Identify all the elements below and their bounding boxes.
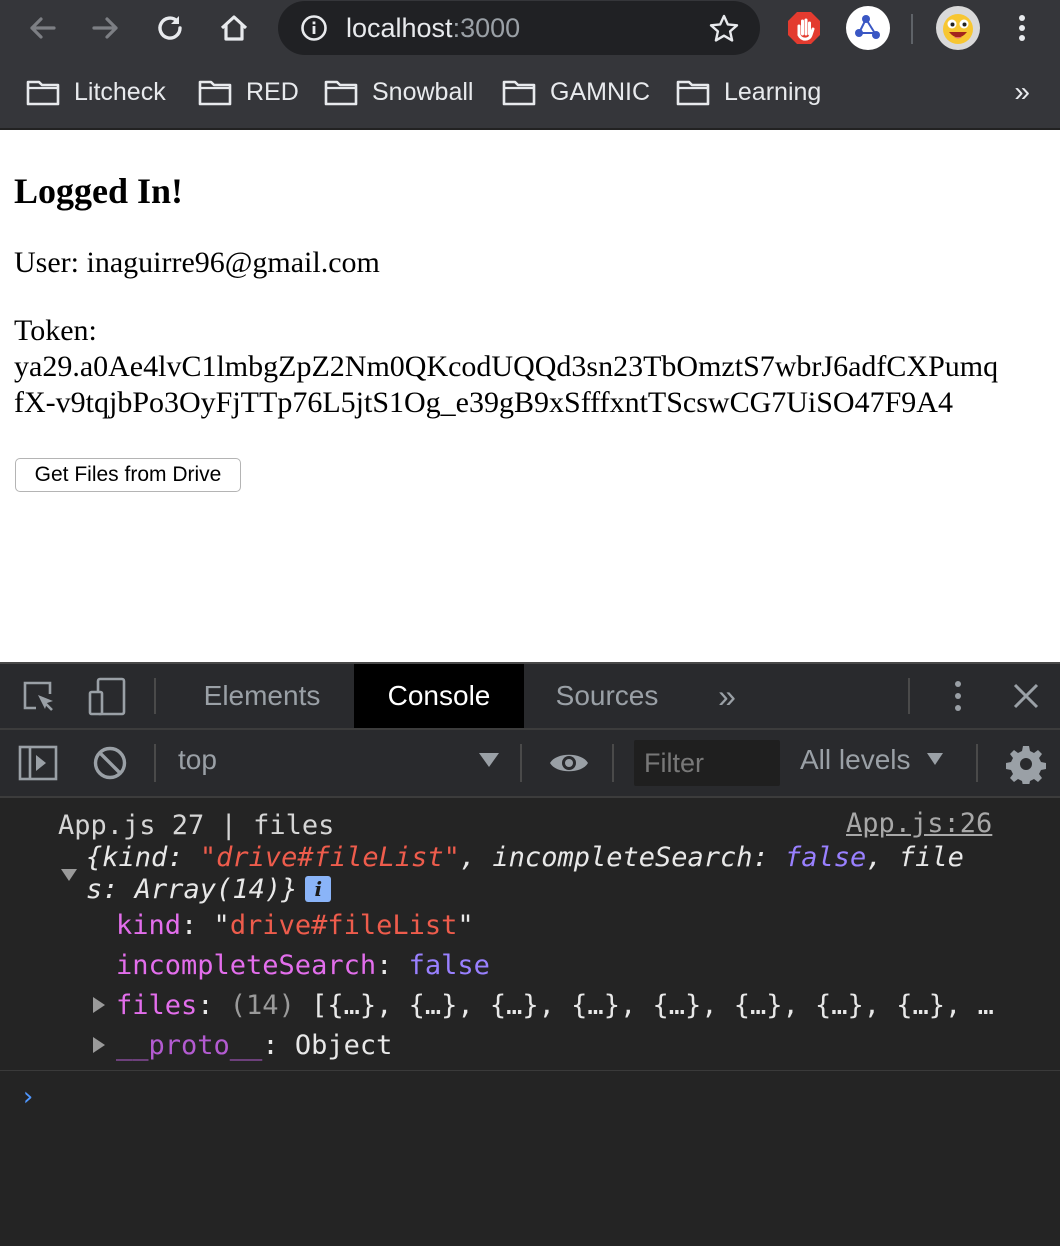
folder-icon xyxy=(324,80,358,106)
toolbar-divider xyxy=(976,744,978,782)
chevron-double-icon: » xyxy=(718,677,736,714)
address-text: localhost:3000 xyxy=(346,13,521,43)
log-levels-dropdown[interactable]: All levels xyxy=(800,744,944,776)
user-email: User: inaguirre96@gmail.com xyxy=(14,246,380,279)
chevron-down-icon xyxy=(927,753,944,765)
prompt-divider xyxy=(0,1070,1060,1071)
avatar[interactable] xyxy=(936,6,980,50)
filter-placeholder: Filter xyxy=(644,748,704,778)
bookmark-label: GAMNIC xyxy=(550,77,650,106)
devtools-panel: Elements Console Sources » top Filter Al… xyxy=(0,662,1060,1246)
back-icon[interactable] xyxy=(22,8,62,48)
browser-toolbar: localhost:3000 xyxy=(0,0,1060,56)
log-levels-label: All levels xyxy=(800,744,911,775)
console-toolbar: top Filter All levels xyxy=(0,730,1060,798)
gear-icon[interactable] xyxy=(1006,744,1046,789)
triangle-right-icon[interactable] xyxy=(92,996,106,1014)
reload-icon[interactable] xyxy=(150,8,190,48)
prop-files[interactable]: files: (14) [{…}, {…}, {…}, {…}, {…}, {…… xyxy=(116,990,994,1022)
address-bar[interactable]: localhost:3000 xyxy=(278,1,760,55)
toolbar-divider xyxy=(154,744,156,782)
close-icon[interactable] xyxy=(1010,680,1042,717)
bookmark-label: Learning xyxy=(724,77,822,106)
triangle-down-icon[interactable] xyxy=(60,868,78,882)
star-icon[interactable] xyxy=(708,13,740,50)
toolbar-divider xyxy=(612,744,614,782)
context-selector[interactable]: top xyxy=(178,744,217,776)
toolbar-divider xyxy=(520,744,522,782)
bookmark-red[interactable]: RED xyxy=(198,56,299,128)
kebab-menu-icon[interactable] xyxy=(940,678,976,719)
home-icon[interactable] xyxy=(214,8,254,48)
tab-console[interactable]: Console xyxy=(354,664,524,728)
prop-incomplete-search: incompleteSearch: false xyxy=(116,950,490,981)
inspect-element-icon[interactable] xyxy=(20,678,58,721)
tab-label: Sources xyxy=(555,680,659,711)
forward-icon[interactable] xyxy=(86,8,126,48)
tab-elements[interactable]: Elements xyxy=(184,664,340,728)
info-icon[interactable] xyxy=(300,14,328,47)
chevron-down-icon[interactable] xyxy=(478,752,500,773)
token-value-line-1: ya29.a0Ae4lvC1lmbgZpZ2Nm0QKcodUQQd3sn23T… xyxy=(14,350,999,383)
menu-icon[interactable] xyxy=(1002,8,1042,48)
filter-input[interactable]: Filter xyxy=(634,740,780,786)
page-content: Logged In! User: inaguirre96@gmail.com T… xyxy=(0,130,1060,662)
console-prompt[interactable]: › xyxy=(20,1082,36,1112)
eye-icon[interactable] xyxy=(548,748,590,783)
log-message: App.js 27 | files xyxy=(58,810,335,841)
source-link[interactable]: App.js:26 xyxy=(846,808,992,839)
more-tabs-button[interactable]: » xyxy=(702,664,752,728)
devtools-tab-bar: Elements Console Sources » xyxy=(0,664,1060,730)
clear-console-icon[interactable] xyxy=(92,745,128,786)
page-title: Logged In! xyxy=(14,171,184,211)
folder-icon xyxy=(502,80,536,106)
sidebar-toggle-icon[interactable] xyxy=(18,745,58,786)
object-summary-line-2[interactable]: s: Array(14)} i xyxy=(86,874,332,906)
bookmark-litcheck[interactable]: Litcheck xyxy=(26,56,166,128)
token-value-line-2: fX-v9tqjbPo3OyFjTTp76L5jtS1Og_e39gB9xSff… xyxy=(14,386,953,419)
folder-icon xyxy=(26,80,60,106)
bookmarks-overflow-button[interactable]: » xyxy=(1014,76,1030,108)
tab-label: Console xyxy=(387,680,491,711)
folder-icon xyxy=(676,80,710,106)
prop-proto[interactable]: __proto__: Object xyxy=(116,1030,392,1062)
triangle-right-icon[interactable] xyxy=(92,1036,106,1054)
bookmark-snowball[interactable]: Snowball xyxy=(324,56,473,128)
extension-icon[interactable] xyxy=(846,6,890,50)
device-toolbar-icon[interactable] xyxy=(86,676,128,723)
adblock-icon[interactable] xyxy=(782,6,826,50)
bookmark-label: Litcheck xyxy=(74,77,166,106)
tab-divider xyxy=(154,678,156,714)
console-output: App.js 27 | files App.js:26 {kind: "driv… xyxy=(0,798,1060,1248)
bookmarks-bar: Litcheck RED Snowball GAMNIC Learning » xyxy=(0,56,1060,130)
token-label: Token: xyxy=(14,314,97,347)
info-icon[interactable]: i xyxy=(305,876,332,902)
tab-sources[interactable]: Sources xyxy=(536,664,678,728)
folder-icon xyxy=(198,80,232,106)
bookmark-label: Snowball xyxy=(372,77,474,106)
object-summary-line-1[interactable]: {kind: "drive#fileList", incompleteSearc… xyxy=(86,842,964,874)
tab-divider xyxy=(908,678,910,714)
tab-label: Elements xyxy=(203,680,321,711)
bookmark-gamnic[interactable]: GAMNIC xyxy=(502,56,650,128)
prop-kind: kind: "drive#fileList" xyxy=(116,910,474,941)
bookmark-label: RED xyxy=(246,77,299,106)
get-files-button[interactable]: Get Files from Drive xyxy=(15,458,241,492)
bookmark-learning[interactable]: Learning xyxy=(676,56,821,128)
toolbar-divider xyxy=(911,14,913,44)
